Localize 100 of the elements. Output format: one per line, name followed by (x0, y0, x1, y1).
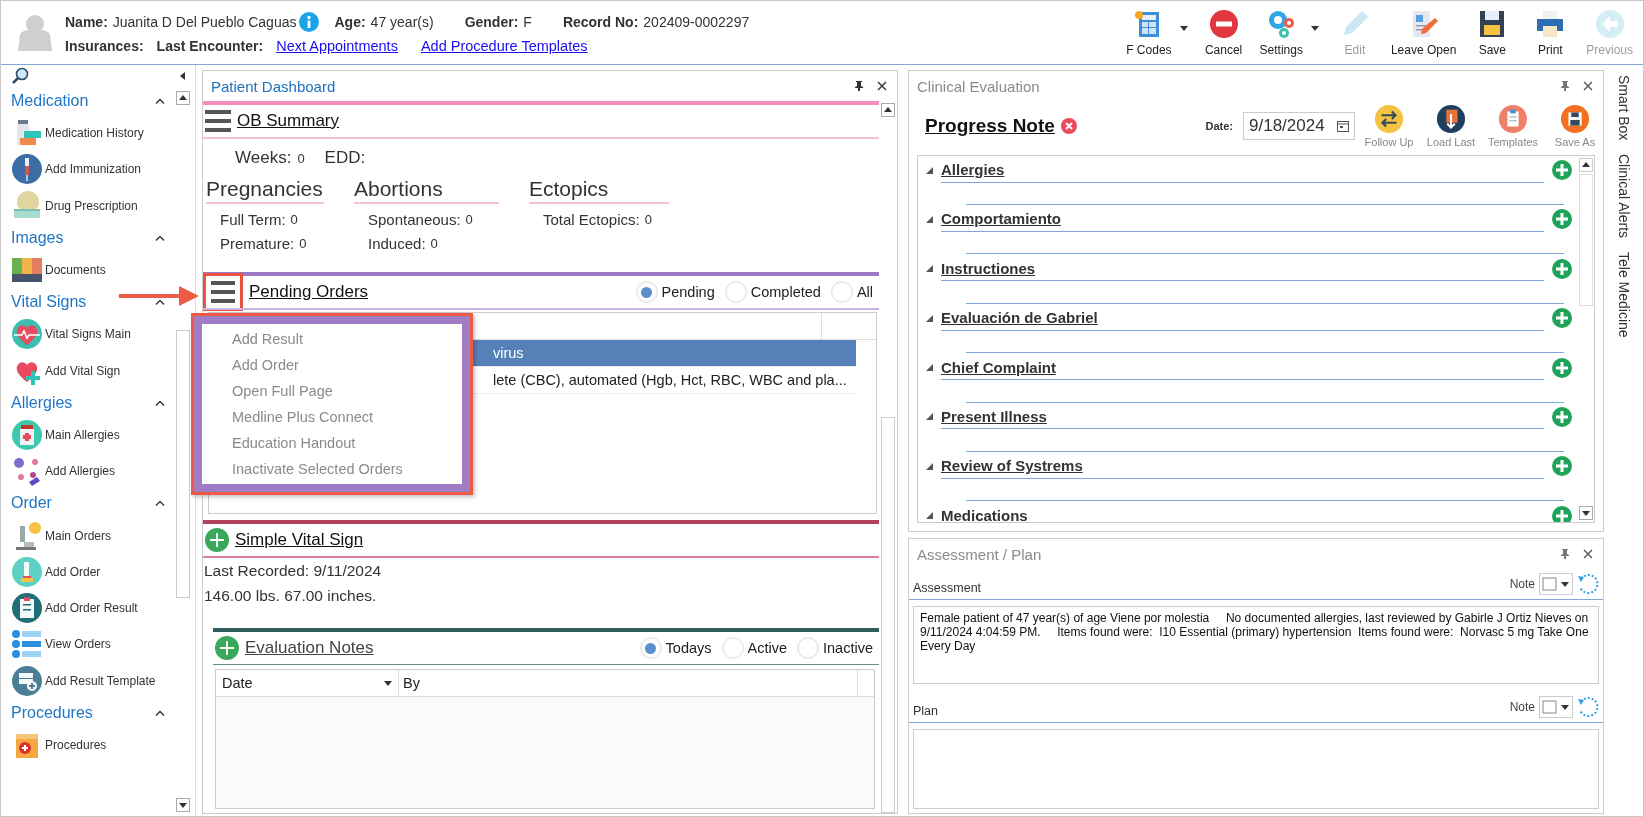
scroll-up-icon[interactable] (881, 103, 895, 117)
section-title[interactable]: Instructiones (941, 259, 1036, 277)
radio-label[interactable]: Active (747, 640, 787, 656)
expand-triangle-icon[interactable] (926, 265, 933, 273)
group-title[interactable]: Procedures (11, 703, 93, 722)
sidebar-item[interactable]: Main Orders (11, 517, 175, 554)
add-icon[interactable] (1552, 209, 1572, 230)
refresh-icon[interactable] (1577, 573, 1599, 595)
sidebar-item[interactable]: Documents (11, 251, 175, 289)
toolbar-button[interactable]: Cancel (1197, 8, 1250, 57)
sidebar-item[interactable]: Add Immunization (11, 151, 175, 188)
add-icon[interactable] (215, 636, 239, 660)
scroll-down-icon[interactable] (176, 798, 190, 812)
expand-triangle-icon[interactable] (926, 364, 933, 372)
toolbar-button[interactable]: Leave Open (1386, 8, 1461, 57)
calendar-icon[interactable] (1337, 120, 1349, 132)
chevron-icon[interactable] (155, 299, 165, 306)
toolbar-button[interactable]: Print (1524, 8, 1577, 57)
radio-button[interactable] (639, 637, 662, 659)
sidebar-item[interactable]: View Orders (11, 626, 175, 663)
group-title[interactable]: Vital Signs (11, 293, 87, 312)
radio-button[interactable] (721, 637, 744, 659)
radio-button[interactable] (797, 637, 819, 659)
sidebar-item[interactable]: Vital Signs Main (11, 316, 175, 353)
add-icon[interactable] (1552, 258, 1572, 279)
scrollbar[interactable] (881, 101, 895, 813)
section-title[interactable]: Evaluación de Gabriel (941, 309, 1098, 327)
caret-icon[interactable] (384, 680, 392, 686)
column-header[interactable]: By (399, 670, 857, 696)
section-title[interactable]: OB Summary (237, 111, 340, 131)
toolbar-button[interactable]: F Codes (1122, 8, 1192, 57)
add-icon[interactable] (1552, 456, 1572, 477)
section-title[interactable]: Comportamiento (941, 210, 1061, 228)
add-icon[interactable] (1552, 505, 1572, 522)
add-icon[interactable] (205, 528, 229, 552)
side-tab[interactable]: Tele Medicine (1615, 252, 1632, 338)
info-icon[interactable] (299, 11, 320, 32)
refresh-icon[interactable] (1577, 696, 1599, 718)
group-title[interactable]: Allergies (11, 393, 73, 412)
sidebar-item[interactable]: Add Result Template (11, 662, 175, 699)
add-icon[interactable] (1552, 406, 1572, 427)
menu-icon[interactable] (205, 110, 231, 132)
expand-triangle-icon[interactable] (926, 462, 933, 470)
remove-icon[interactable] (1060, 118, 1077, 134)
scroll-up-icon[interactable] (1579, 158, 1593, 172)
side-tab[interactable]: Smart Box (1615, 75, 1632, 141)
group-title[interactable]: Order (11, 494, 52, 513)
expand-triangle-icon[interactable] (926, 314, 933, 322)
caret-icon[interactable] (1310, 26, 1319, 31)
expand-triangle-icon[interactable] (926, 166, 933, 174)
radio-label[interactable]: Todays (665, 640, 712, 656)
collapse-icon[interactable] (180, 72, 185, 80)
assessment-text-area[interactable]: Female patient of 47 year(s) of age Viene por molestia No documented allergies, last reviewed by Gabirle J Ortiz Nieves on 9/11/2024 4:04:59 PM. Items found were: I10 Essential (primary) hypertension Items found were: Norvasc 5 mg Take One Every Day (913, 606, 1599, 684)
text-format-dropdown-icon[interactable] (1539, 696, 1573, 718)
action-button[interactable]: Templates (1485, 104, 1541, 148)
section-title[interactable]: Chief Complaint (941, 358, 1056, 376)
group-title[interactable]: Images (11, 228, 64, 247)
radio-label[interactable]: Completed (750, 284, 821, 300)
sidebar-item[interactable]: Main Allergies (11, 416, 175, 454)
radio-label[interactable]: All (856, 284, 873, 300)
chevron-icon[interactable] (155, 500, 165, 507)
section-title[interactable]: Evaluation Notes (245, 638, 374, 658)
search-icon[interactable] (11, 67, 29, 85)
chevron-icon[interactable] (155, 399, 165, 406)
section-title[interactable]: Present Illness (941, 407, 1047, 425)
sidebar-item[interactable]: Add Allergies (11, 453, 175, 490)
action-button[interactable]: Follow Up (1361, 104, 1417, 148)
link[interactable]: Next Appointments (276, 37, 398, 54)
date-field[interactable]: 9/18/2024 (1243, 112, 1355, 140)
action-button[interactable]: Save As (1547, 104, 1603, 148)
radio-label[interactable]: Inactive (823, 640, 873, 656)
expand-triangle-icon[interactable] (926, 215, 933, 223)
pin-icon[interactable] (855, 81, 863, 91)
add-icon[interactable] (1552, 160, 1572, 180)
radio-button[interactable] (724, 281, 747, 303)
link[interactable]: Add Procedure Templates (420, 37, 588, 54)
action-button[interactable]: Load Last (1423, 104, 1479, 148)
group-title[interactable]: Medication (11, 92, 89, 110)
section-title[interactable]: Pending Orders (249, 282, 369, 302)
text-format-dropdown-icon[interactable] (1539, 573, 1573, 595)
section-title[interactable]: Medications (941, 506, 1028, 522)
radio-button[interactable] (830, 281, 853, 303)
column-header[interactable]: Date (216, 670, 399, 696)
scroll-down-icon[interactable] (1579, 506, 1593, 520)
section-title[interactable]: Review of Systrems (941, 457, 1083, 475)
radio-button[interactable] (635, 281, 658, 303)
sidebar-item[interactable]: Procedures (11, 726, 175, 764)
add-icon[interactable] (1552, 357, 1572, 378)
scroll-up-icon[interactable] (176, 91, 190, 105)
sidebar-item[interactable]: Medication History (11, 115, 175, 152)
close-icon[interactable] (1583, 81, 1593, 91)
chevron-icon[interactable] (155, 709, 165, 716)
caret-icon[interactable] (1179, 26, 1188, 31)
chevron-icon[interactable] (155, 234, 165, 241)
sidebar-item[interactable]: Add Vital Sign (11, 352, 175, 389)
sidebar-item[interactable]: Drug Prescription (11, 187, 175, 224)
toolbar-button[interactable]: Save (1466, 8, 1519, 57)
close-icon[interactable] (1583, 549, 1593, 559)
menu-icon[interactable] (203, 273, 243, 311)
sidebar-item[interactable]: Add Order Result (11, 589, 175, 627)
